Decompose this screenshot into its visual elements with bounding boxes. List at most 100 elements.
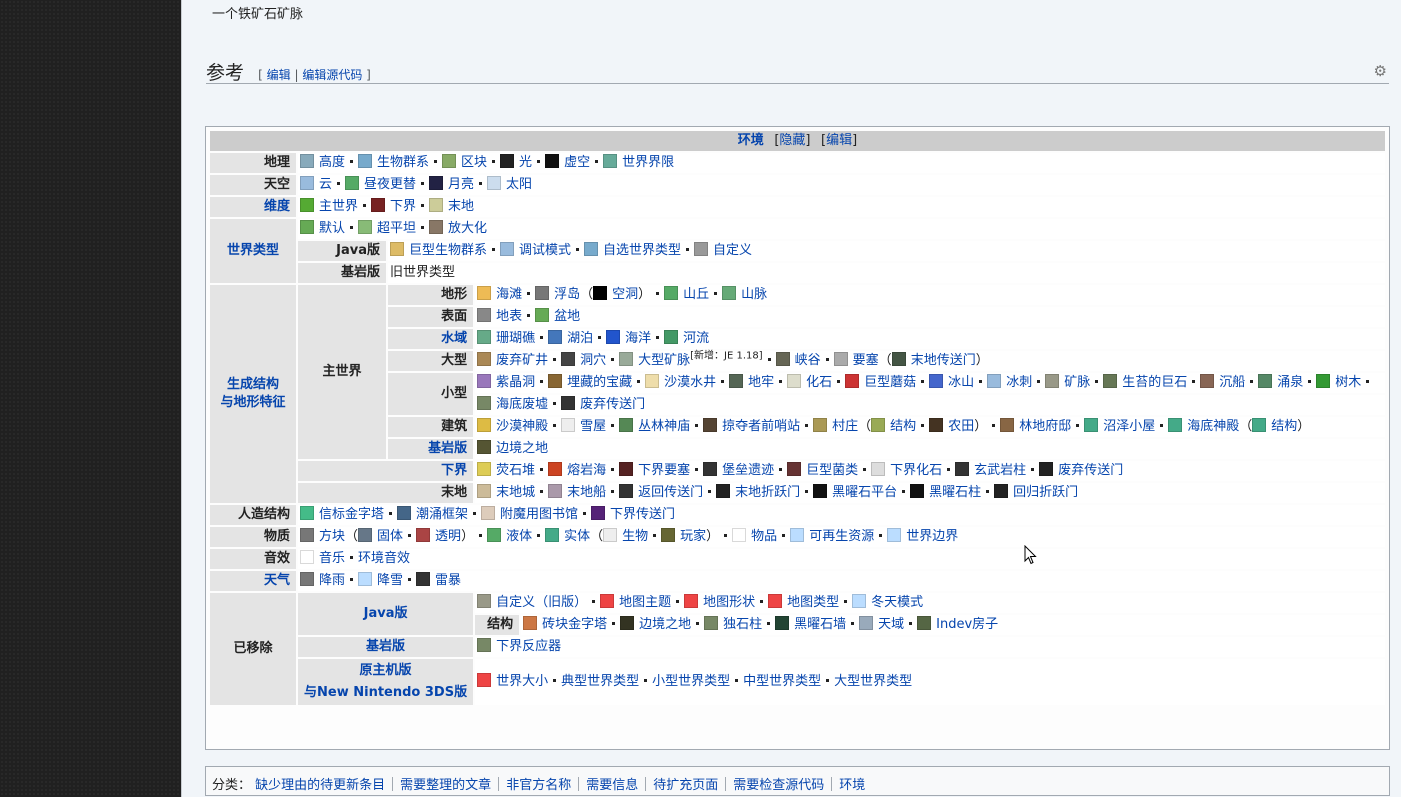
item-link[interactable]: 地图形状 — [703, 595, 755, 610]
item-link[interactable]: 主世界 — [319, 199, 358, 214]
list-item[interactable]: 环境音效 — [358, 550, 410, 568]
item-link[interactable]: 掠夺者前哨站 — [722, 419, 800, 434]
list-item[interactable]: 返回传送门 — [619, 484, 703, 502]
item-link[interactable]: 空洞 — [612, 287, 638, 302]
list-item[interactable]: 固体 — [358, 528, 403, 546]
list-item[interactable]: 可再生资源 — [790, 528, 874, 546]
list-item[interactable]: 巨型蘑菇 — [845, 374, 916, 392]
list-item[interactable]: 地牢 — [729, 374, 774, 392]
list-item[interactable]: 涌泉 — [1258, 374, 1303, 392]
item-link[interactable]: 世界大小 — [496, 674, 548, 689]
item-link[interactable]: 地表 — [496, 309, 522, 324]
item-link[interactable]: 峡谷 — [795, 353, 821, 368]
item-link[interactable]: 潮涌框架 — [416, 507, 468, 522]
group-removed-console[interactable]: 原主机版 与New Nintendo 3DS版 — [298, 659, 474, 705]
item-link[interactable]: 边境之地 — [496, 441, 548, 456]
item-link[interactable]: 海滩 — [496, 287, 522, 302]
list-item[interactable]: 海洋 — [606, 330, 651, 348]
item-link[interactable]: 山丘 — [683, 287, 709, 302]
list-item[interactable]: 废弃传送门 — [1039, 462, 1123, 480]
navbox-title[interactable]: 环境 — [738, 133, 764, 148]
item-link[interactable]: 沙漠水井 — [664, 375, 716, 390]
item-link[interactable]: 巨型生物群系 — [409, 243, 487, 258]
list-item[interactable]: 地图主题 — [600, 594, 671, 612]
list-item[interactable]: 农田 — [929, 418, 974, 436]
list-item[interactable]: 调试模式 — [500, 242, 571, 260]
list-item[interactable]: 降雨 — [300, 572, 345, 590]
list-item[interactable]: 村庄 — [813, 418, 858, 436]
list-item[interactable]: 生物群系 — [358, 154, 429, 172]
list-item[interactable]: 自选世界类型 — [584, 242, 681, 260]
list-item[interactable]: 下界化石 — [871, 462, 942, 480]
item-link[interactable]: 区块 — [461, 155, 487, 170]
item-link[interactable]: 沼泽小屋 — [1103, 419, 1155, 434]
list-item[interactable]: 生物 — [603, 528, 648, 546]
group-world-type[interactable]: 世界类型 — [210, 219, 296, 283]
item-link[interactable]: 海洋 — [625, 331, 651, 346]
list-item[interactable]: 方块 — [300, 528, 345, 546]
item-link[interactable]: 信标金字塔 — [319, 507, 384, 522]
list-item[interactable]: 实体 — [545, 528, 590, 546]
list-item[interactable]: 降雪 — [358, 572, 403, 590]
list-item[interactable]: 高度 — [300, 154, 345, 172]
item-link[interactable]: 熔岩海 — [567, 463, 606, 478]
list-item[interactable]: 下界 — [371, 198, 416, 216]
item-link[interactable]: 湖泊 — [567, 331, 593, 346]
list-item[interactable]: 空洞 — [593, 286, 638, 304]
item-link[interactable]: 玄武岩柱 — [974, 463, 1026, 478]
list-item[interactable]: 山脉 — [722, 286, 767, 304]
item-link[interactable]: 下界反应器 — [496, 639, 561, 654]
item-link[interactable]: 太阳 — [506, 177, 532, 192]
list-item[interactable]: 废弃传送门 — [561, 396, 645, 414]
item-link[interactable]: 浮岛 — [554, 287, 580, 302]
list-item[interactable]: 林地府邸 — [1000, 418, 1071, 436]
list-item[interactable]: 黑曜石平台 — [813, 484, 897, 502]
item-link[interactable]: 林地府邸 — [1019, 419, 1071, 434]
item-link[interactable]: 下界化石 — [890, 463, 942, 478]
list-item[interactable]: 昼夜更替 — [345, 176, 416, 194]
item-link[interactable]: 丛林神庙 — [638, 419, 690, 434]
item-link[interactable]: 海底神殿 — [1187, 419, 1239, 434]
item-link[interactable]: 生物群系 — [377, 155, 429, 170]
item-link[interactable]: 雷暴 — [435, 573, 461, 588]
navbox-edit-link[interactable]: 编辑 — [826, 133, 852, 148]
item-link[interactable]: 下界 — [390, 199, 416, 214]
item-link[interactable]: 地图类型 — [787, 595, 839, 610]
item-link[interactable]: 洞穴 — [580, 353, 606, 368]
list-item[interactable]: 世界边界 — [887, 528, 958, 546]
list-item[interactable]: 末地船 — [548, 484, 606, 502]
item-link[interactable]: 边境之地 — [639, 617, 691, 632]
group-terrain[interactable]: 地形 — [388, 285, 474, 305]
item-link[interactable]: 沙漠神殿 — [496, 419, 548, 434]
item-link[interactable]: 透明 — [435, 529, 461, 544]
list-item[interactable]: 熔岩海 — [548, 462, 606, 480]
list-item[interactable]: 沉船 — [1200, 374, 1245, 392]
list-item[interactable]: 潮涌框架 — [397, 506, 468, 524]
list-item[interactable]: 回归折跃门 — [994, 484, 1078, 502]
list-item[interactable]: 盆地 — [535, 308, 580, 326]
item-link[interactable]: 废弃传送门 — [580, 397, 645, 412]
item-link[interactable]: 生苔的巨石 — [1122, 375, 1187, 390]
list-item[interactable]: 末地 — [429, 198, 474, 216]
item-link[interactable]: 涌泉 — [1277, 375, 1303, 390]
item-link[interactable]: 化石 — [806, 375, 832, 390]
list-item[interactable]: 云 — [300, 176, 332, 194]
category-link[interactable]: 需要检查源代码 — [733, 778, 824, 793]
item-link[interactable]: 末地折跃门 — [735, 485, 800, 500]
item-link[interactable]: 固体 — [377, 529, 403, 544]
item-link[interactable]: 海底废墟 — [496, 397, 548, 412]
item-link[interactable]: 大型世界类型 — [834, 674, 912, 689]
category-link[interactable]: 缺少理由的待更新条目 — [255, 778, 385, 793]
item-link[interactable]: 月亮 — [448, 177, 474, 192]
list-item[interactable]: 末地传送门 — [891, 352, 976, 370]
list-item[interactable]: 要塞 — [833, 352, 879, 370]
item-link[interactable]: 典型世界类型 — [561, 674, 639, 689]
item-link[interactable]: 自定义（旧版） — [496, 595, 587, 610]
list-item[interactable]: 地表 — [477, 308, 522, 326]
list-item[interactable]: 掠夺者前哨站 — [703, 418, 800, 436]
list-item[interactable]: 信标金字塔 — [300, 506, 384, 524]
item-link[interactable]: Indev房子 — [936, 617, 998, 632]
item-link[interactable]: 要塞 — [853, 353, 879, 368]
group-removed-bedrock[interactable]: 基岩版 — [298, 637, 474, 657]
category-link[interactable]: 待扩充页面 — [653, 778, 718, 793]
